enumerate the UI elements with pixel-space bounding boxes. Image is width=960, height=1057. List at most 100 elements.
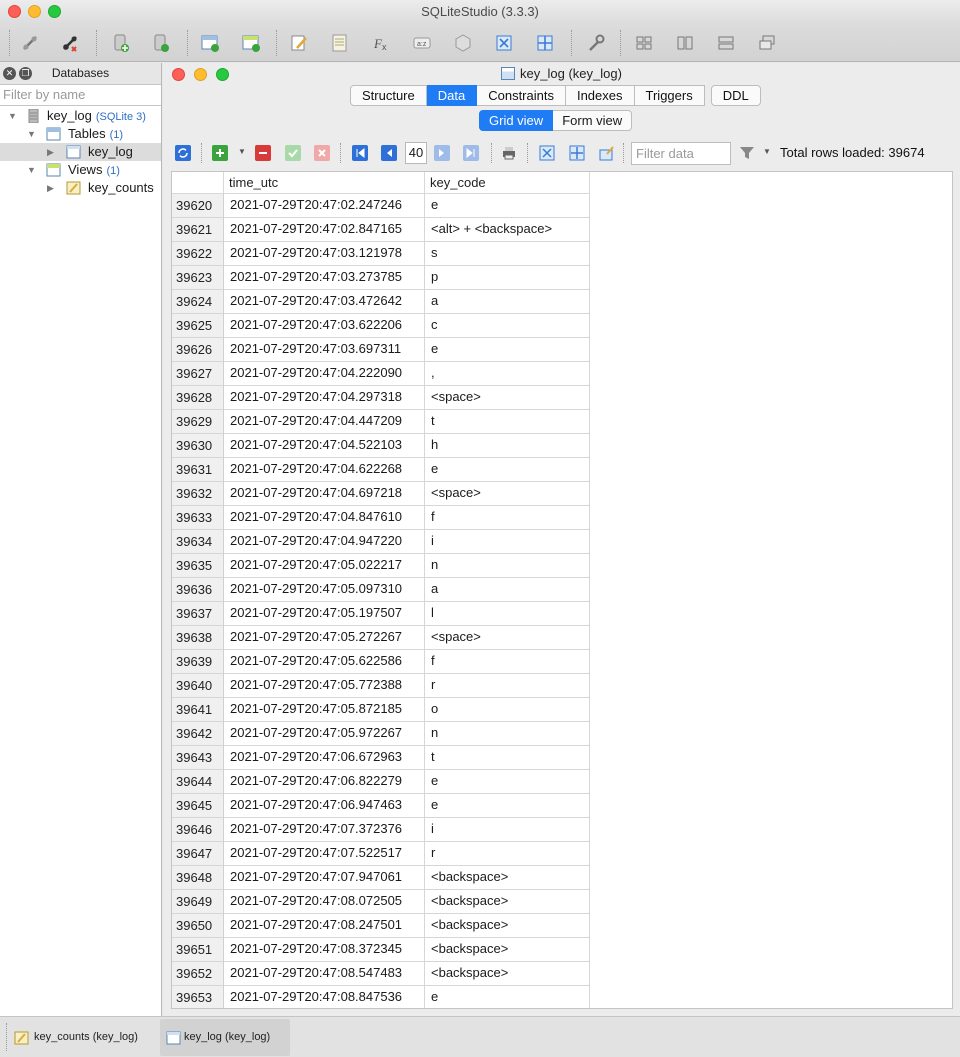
cell-time-utc[interactable]: 2021-07-29T20:47:04.297318: [224, 386, 425, 410]
table-row[interactable]: 39644 2021-07-29T20:47:06.822279 e: [172, 770, 952, 794]
tab-ddl[interactable]: DDL: [710, 85, 761, 106]
cell-time-utc[interactable]: 2021-07-29T20:47:05.622586: [224, 650, 425, 674]
create-table-icon[interactable]: [200, 33, 220, 53]
column-header[interactable]: time_utc: [224, 172, 425, 194]
insert-row-icon[interactable]: [212, 145, 228, 161]
edit-table-icon[interactable]: [241, 33, 261, 53]
tile-windows-icon[interactable]: [634, 33, 654, 53]
tab-grid-view[interactable]: Grid view: [479, 110, 554, 131]
tree-item-views[interactable]: ▼ Views (1): [0, 161, 161, 179]
cell-key-code[interactable]: ,: [425, 362, 590, 386]
cell-time-utc[interactable]: 2021-07-29T20:47:08.247501: [224, 914, 425, 938]
cell-time-utc[interactable]: 2021-07-29T20:47:04.222090: [224, 362, 425, 386]
cell-time-utc[interactable]: 2021-07-29T20:47:08.847536: [224, 986, 425, 1008]
next-page-icon[interactable]: [434, 145, 450, 161]
cell-time-utc[interactable]: 2021-07-29T20:47:05.772388: [224, 674, 425, 698]
cell-time-utc[interactable]: 2021-07-29T20:47:04.947220: [224, 530, 425, 554]
zoom-window-button[interactable]: [48, 5, 61, 18]
cell-time-utc[interactable]: 2021-07-29T20:47:08.372345: [224, 938, 425, 962]
cell-time-utc[interactable]: 2021-07-29T20:47:05.022217: [224, 554, 425, 578]
cell-key-code[interactable]: e: [425, 794, 590, 818]
filter-data-input[interactable]: Filter data: [631, 142, 731, 165]
cell-key-code[interactable]: o: [425, 698, 590, 722]
cell-key-code[interactable]: a: [425, 290, 590, 314]
cell-time-utc[interactable]: 2021-07-29T20:47:06.947463: [224, 794, 425, 818]
cell-key-code[interactable]: a: [425, 578, 590, 602]
connect-database-icon[interactable]: [20, 33, 40, 53]
table-row[interactable]: 39625 2021-07-29T20:47:03.622206 c: [172, 314, 952, 338]
delete-row-icon[interactable]: [255, 145, 271, 161]
collations-icon[interactable]: a:z: [412, 33, 432, 53]
table-row[interactable]: 39622 2021-07-29T20:47:03.121978 s: [172, 242, 952, 266]
table-row[interactable]: 39645 2021-07-29T20:47:06.947463 e: [172, 794, 952, 818]
tile-horizontal-icon[interactable]: [675, 33, 695, 53]
tree-item-table-key-log[interactable]: ▶ key_log: [0, 143, 161, 161]
table-row[interactable]: 39628 2021-07-29T20:47:04.297318 <space>: [172, 386, 952, 410]
tab-indexes[interactable]: Indexes: [565, 85, 635, 106]
cell-time-utc[interactable]: 2021-07-29T20:47:06.822279: [224, 770, 425, 794]
cell-key-code[interactable]: e: [425, 338, 590, 362]
table-row[interactable]: 39633 2021-07-29T20:47:04.847610 f: [172, 506, 952, 530]
tile-vertical-icon[interactable]: [716, 33, 736, 53]
cascade-windows-icon[interactable]: [757, 33, 777, 53]
export-data-icon[interactable]: [569, 145, 585, 161]
table-row[interactable]: 39646 2021-07-29T20:47:07.372376 i: [172, 818, 952, 842]
float-panel-icon[interactable]: ❐: [19, 67, 32, 80]
cell-key-code[interactable]: <backspace>: [425, 938, 590, 962]
column-header[interactable]: key_code: [425, 172, 590, 194]
cell-time-utc[interactable]: 2021-07-29T20:47:04.447209: [224, 410, 425, 434]
cell-time-utc[interactable]: 2021-07-29T20:47:03.697311: [224, 338, 425, 362]
table-row[interactable]: 39641 2021-07-29T20:47:05.872185 o: [172, 698, 952, 722]
last-page-icon[interactable]: [463, 145, 479, 161]
filter-dropdown-icon[interactable]: ▼: [763, 147, 771, 156]
table-row[interactable]: 39624 2021-07-29T20:47:03.472642 a: [172, 290, 952, 314]
first-page-icon[interactable]: [352, 145, 368, 161]
table-row[interactable]: 39620 2021-07-29T20:47:02.247246 e: [172, 194, 952, 218]
tree-item-tables[interactable]: ▼ Tables (1): [0, 125, 161, 143]
cell-key-code[interactable]: l: [425, 602, 590, 626]
cell-key-code[interactable]: f: [425, 506, 590, 530]
cell-time-utc[interactable]: 2021-07-29T20:47:06.672963: [224, 746, 425, 770]
cell-key-code[interactable]: s: [425, 242, 590, 266]
cell-time-utc[interactable]: 2021-07-29T20:47:03.121978: [224, 242, 425, 266]
filter-icon[interactable]: [739, 145, 755, 161]
cell-key-code[interactable]: e: [425, 770, 590, 794]
table-row[interactable]: 39637 2021-07-29T20:47:05.197507 l: [172, 602, 952, 626]
expand-arrow-icon[interactable]: ▼: [8, 107, 18, 125]
table-row[interactable]: 39643 2021-07-29T20:47:06.672963 t: [172, 746, 952, 770]
tree-item-view-key-counts[interactable]: ▶ key_counts: [0, 179, 161, 197]
table-row[interactable]: 39650 2021-07-29T20:47:08.247501 <backspac…: [172, 914, 952, 938]
table-row[interactable]: 39629 2021-07-29T20:47:04.447209 t: [172, 410, 952, 434]
table-row[interactable]: 39631 2021-07-29T20:47:04.622268 e: [172, 458, 952, 482]
cell-time-utc[interactable]: 2021-07-29T20:47:04.522103: [224, 434, 425, 458]
table-row[interactable]: 39640 2021-07-29T20:47:05.772388 r: [172, 674, 952, 698]
cell-time-utc[interactable]: 2021-07-29T20:47:08.072505: [224, 890, 425, 914]
import-icon[interactable]: [494, 33, 514, 53]
table-row[interactable]: 39642 2021-07-29T20:47:05.972267 n: [172, 722, 952, 746]
sql-editor-icon[interactable]: [289, 33, 309, 53]
table-row[interactable]: 39626 2021-07-29T20:47:03.697311 e: [172, 338, 952, 362]
cell-time-utc[interactable]: 2021-07-29T20:47:07.947061: [224, 866, 425, 890]
minimize-window-button[interactable]: [28, 5, 41, 18]
history-icon[interactable]: [330, 33, 350, 53]
cell-time-utc[interactable]: 2021-07-29T20:47:05.972267: [224, 722, 425, 746]
cell-key-code[interactable]: r: [425, 674, 590, 698]
cell-key-code[interactable]: <backspace>: [425, 866, 590, 890]
cell-key-code[interactable]: <space>: [425, 626, 590, 650]
expand-arrow-icon[interactable]: ▼: [27, 125, 37, 143]
add-database-icon[interactable]: [111, 33, 131, 53]
cell-key-code[interactable]: i: [425, 530, 590, 554]
table-row[interactable]: 39651 2021-07-29T20:47:08.372345 <backspac…: [172, 938, 952, 962]
close-panel-icon[interactable]: ✕: [3, 67, 16, 80]
table-row[interactable]: 39632 2021-07-29T20:47:04.697218 <space>: [172, 482, 952, 506]
cell-time-utc[interactable]: 2021-07-29T20:47:07.372376: [224, 818, 425, 842]
cell-key-code[interactable]: <backspace>: [425, 890, 590, 914]
import-data-icon[interactable]: [539, 145, 555, 161]
cell-key-code[interactable]: r: [425, 842, 590, 866]
print-icon[interactable]: [501, 145, 517, 161]
cell-time-utc[interactable]: 2021-07-29T20:47:03.622206: [224, 314, 425, 338]
disconnect-database-icon[interactable]: [60, 33, 80, 53]
table-row[interactable]: 39653 2021-07-29T20:47:08.847536 e: [172, 986, 952, 1008]
table-row[interactable]: 39623 2021-07-29T20:47:03.273785 p: [172, 266, 952, 290]
cell-key-code[interactable]: n: [425, 554, 590, 578]
